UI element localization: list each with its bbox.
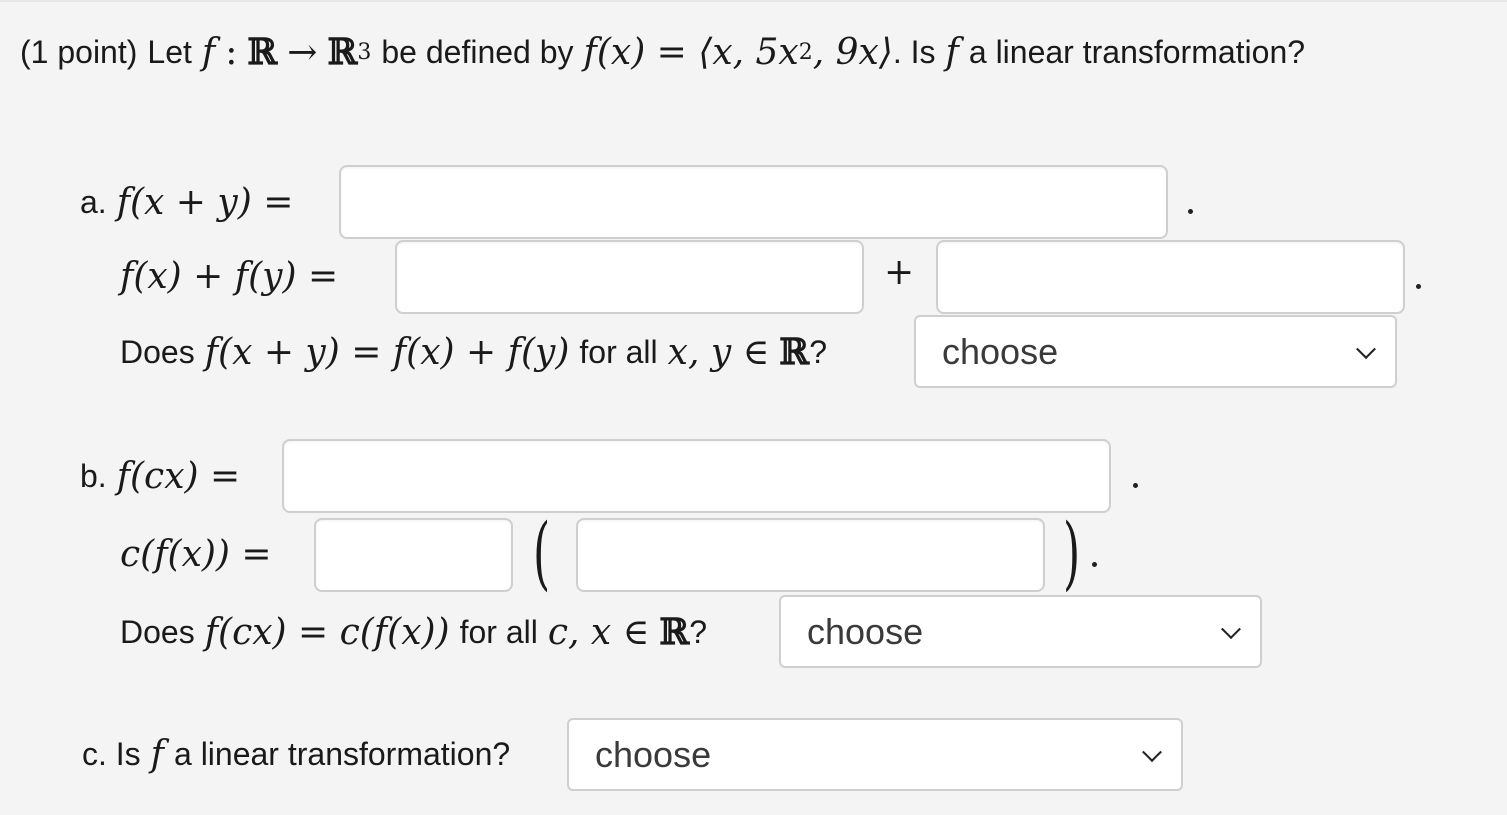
- arrow: →: [287, 31, 318, 73]
- period: [1188, 209, 1193, 214]
- plus-sign: +: [884, 252, 915, 293]
- codomain-R: ℝ: [327, 31, 358, 73]
- points-label: (1 point): [20, 33, 138, 70]
- part-a-line1: a. f(x + y) =: [80, 176, 293, 228]
- part-b-lhs1: f(cx) =: [116, 455, 241, 497]
- part-b-question: Does f(cx) = c(f(x)) for all c, x ∈ ℝ ?: [120, 606, 707, 658]
- part-b-select[interactable]: choose: [779, 595, 1262, 668]
- left-paren: (: [533, 506, 551, 599]
- part-a-lhs2: f(x) + f(y) =: [120, 255, 339, 297]
- period: [1133, 483, 1138, 488]
- function-symbol: f: [201, 31, 216, 73]
- domain-R: ℝ: [247, 31, 278, 73]
- is-text: . Is: [892, 33, 936, 70]
- part-c-text: a linear transformation?: [174, 735, 511, 772]
- right-paren: ): [1063, 506, 1081, 599]
- chevron-down-icon: [1356, 338, 1376, 359]
- part-a-label: a.: [80, 183, 107, 220]
- reals-symbol: ℝ: [779, 331, 810, 373]
- part-a-line2: f(x) + f(y) =: [120, 250, 338, 302]
- chevron-down-icon: [1221, 618, 1241, 639]
- additivity-equation: f(x + y) = f(x) + f(y): [204, 331, 570, 373]
- part-c-select[interactable]: choose: [567, 718, 1183, 791]
- function-definition: f(x) = ⟨x, 5x: [583, 31, 799, 73]
- reals-symbol: ℝ: [659, 611, 690, 653]
- let-text: Let: [147, 33, 192, 70]
- part-a-select-value: choose: [942, 330, 1059, 372]
- square-exponent: 2: [798, 39, 813, 65]
- does-text: Does: [120, 333, 195, 370]
- part-b-input-fcx[interactable]: [282, 439, 1111, 513]
- defined-by-text: be defined by: [381, 33, 574, 70]
- top-divider: [0, 0, 1507, 2]
- variables: x, y ∈: [667, 331, 770, 373]
- codomain-exponent: 3: [357, 39, 372, 65]
- function-symbol: f: [150, 733, 164, 775]
- part-a-input-fxy[interactable]: [339, 165, 1168, 239]
- question-mark: ?: [689, 613, 708, 650]
- part-a-input-fx[interactable]: [395, 240, 864, 314]
- part-a-question: Does f(x + y) = f(x) + f(y) for all x, y…: [120, 326, 827, 378]
- variables: c, x ∈: [547, 611, 650, 653]
- part-b-lhs2: c(f(x)) =: [120, 533, 272, 575]
- problem-statement: (1 point) Let f : ℝ → ℝ3 be defined by f…: [20, 28, 1305, 76]
- period: [1092, 562, 1097, 567]
- chevron-down-icon: [1142, 741, 1162, 762]
- for-all-text: for all: [579, 333, 658, 370]
- part-b-input-vector[interactable]: [576, 518, 1045, 592]
- part-b-line2: c(f(x)) =: [120, 528, 272, 580]
- question-mark: ?: [809, 333, 827, 370]
- part-a-lhs1: f(x + y) =: [116, 181, 294, 223]
- part-c-question: c. Is f a linear transformation?: [82, 728, 510, 780]
- part-b-select-value: choose: [807, 610, 924, 652]
- homogeneity-equation: f(cx) = c(f(x)): [204, 611, 450, 653]
- part-c-select-value: choose: [595, 733, 712, 775]
- part-a-input-fy[interactable]: [936, 240, 1405, 314]
- function-symbol-2: f: [945, 31, 959, 73]
- function-definition-rest: , 9x⟩: [812, 31, 893, 73]
- for-all-text: for all: [459, 613, 538, 650]
- colon: :: [225, 31, 238, 73]
- part-a-select[interactable]: choose: [914, 315, 1397, 388]
- does-text: Does: [120, 613, 195, 650]
- question-text: a linear transformation?: [968, 33, 1306, 70]
- part-b-line1: b. f(cx) =: [80, 450, 240, 502]
- part-b-label: b.: [80, 457, 107, 494]
- part-c-label: c. Is: [82, 735, 141, 772]
- part-b-input-scalar[interactable]: [314, 518, 513, 592]
- period: [1416, 284, 1421, 289]
